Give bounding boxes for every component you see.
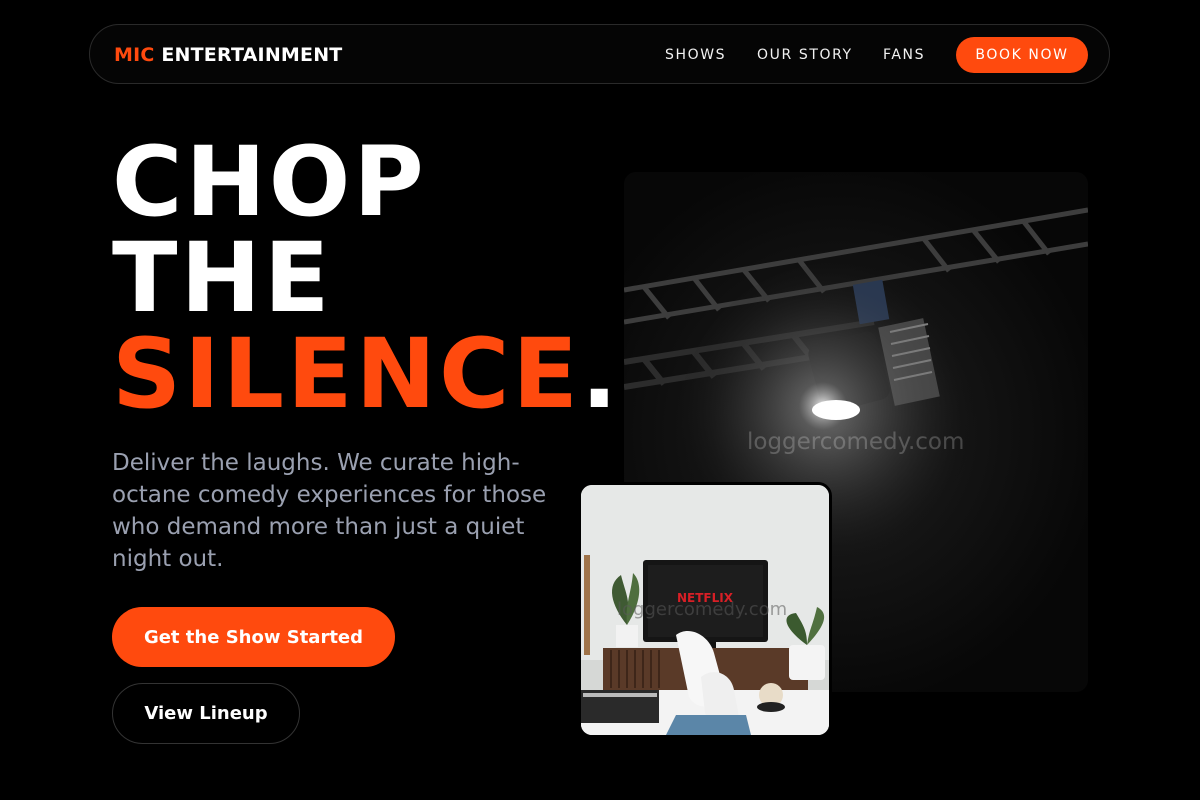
headline-line-3: SILENCE. <box>112 326 620 422</box>
get-show-started-button[interactable]: Get the Show Started <box>112 607 395 667</box>
book-now-button[interactable]: BOOK NOW <box>956 37 1088 73</box>
nav-link-fans[interactable]: FANS <box>883 47 925 63</box>
top-nav: MIC ENTERTAINMENT SHOWS OUR STORY FANS B… <box>89 24 1110 84</box>
headline-highlight: SILENCE <box>112 318 581 430</box>
tv-watermark: loggercomedy.com <box>617 599 788 620</box>
headline-period: . <box>580 318 621 430</box>
hero-description: Deliver the laughs. We curate high-octan… <box>112 450 547 572</box>
brand-logo[interactable]: MIC ENTERTAINMENT <box>114 44 342 66</box>
tv-living-room-image: NETFLIX loggercomedy.com <box>578 482 832 738</box>
hero-headline: CHOP THE SILENCE. <box>112 134 620 422</box>
nav-link-shows[interactable]: SHOWS <box>665 47 726 63</box>
headline-line-2: THE <box>112 222 333 334</box>
nav-link-our-story[interactable]: OUR STORY <box>757 47 853 63</box>
headline-line-1: CHOP <box>112 126 427 238</box>
stage-watermark: loggercomedy.com <box>747 429 965 455</box>
view-lineup-button[interactable]: View Lineup <box>112 683 300 744</box>
brand-name: ENTERTAINMENT <box>161 44 343 66</box>
brand-accent: MIC <box>114 44 155 66</box>
